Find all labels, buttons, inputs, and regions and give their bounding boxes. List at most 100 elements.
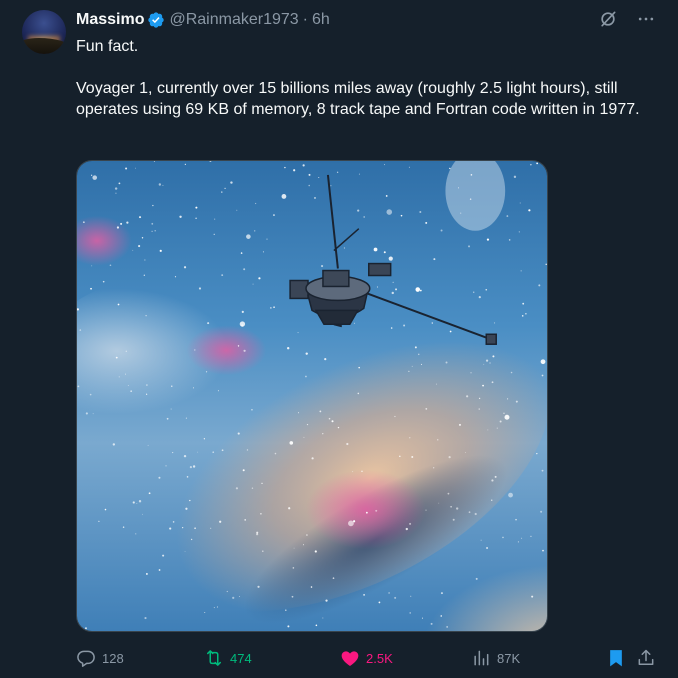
star [450, 505, 453, 508]
star [376, 286, 378, 288]
star [90, 287, 92, 290]
tweet-time[interactable]: 6h [312, 11, 330, 29]
star [297, 332, 299, 334]
header-separator: · [302, 11, 308, 28]
star [433, 467, 435, 469]
retweet-button[interactable]: 474 [204, 648, 252, 668]
star [545, 263, 547, 266]
star [494, 475, 497, 478]
star [251, 408, 253, 411]
star [330, 185, 332, 187]
star [310, 586, 313, 588]
star [241, 310, 244, 313]
star [383, 251, 386, 254]
star [336, 171, 339, 174]
star [388, 256, 393, 261]
tweet[interactable]: Massimo @Rainmaker1973 · 6h Fun fact. Vo… [0, 0, 678, 678]
star [346, 442, 349, 446]
star [538, 284, 541, 287]
star [466, 395, 469, 398]
star [440, 229, 443, 232]
star [183, 454, 187, 458]
star [246, 234, 251, 239]
avatar[interactable] [22, 10, 66, 54]
bookmark-button[interactable] [606, 648, 626, 668]
star [154, 230, 156, 232]
star [305, 375, 307, 378]
star [314, 550, 317, 553]
tweet-paragraph: Voyager 1, currently over 15 billions mi… [76, 80, 640, 118]
like-button[interactable]: 2.5K [340, 648, 393, 668]
author-handle[interactable]: @Rainmaker1973 [169, 11, 298, 29]
star [126, 221, 129, 224]
star [496, 427, 498, 429]
star [400, 214, 403, 217]
star [240, 252, 243, 254]
views-button[interactable]: 87K [471, 648, 520, 668]
star [352, 471, 354, 473]
star [236, 209, 238, 211]
star [102, 280, 105, 283]
tweet-paragraph: Fun fact. [76, 38, 139, 55]
star [244, 519, 246, 521]
star [392, 281, 394, 283]
grok-icon[interactable] [598, 9, 618, 29]
more-icon[interactable] [636, 9, 656, 29]
star [262, 251, 264, 253]
star [132, 501, 135, 504]
star [322, 432, 324, 435]
star [491, 381, 494, 384]
star [485, 288, 488, 291]
star [418, 353, 420, 356]
star [357, 209, 360, 212]
star [486, 547, 489, 550]
star [440, 592, 443, 595]
star [117, 303, 120, 306]
star [193, 387, 195, 389]
star [287, 347, 290, 350]
star [293, 169, 296, 172]
star [166, 417, 169, 420]
star [132, 249, 134, 251]
reply-button[interactable]: 128 [76, 648, 124, 668]
share-button[interactable] [636, 648, 656, 668]
star [273, 214, 275, 216]
star [158, 476, 161, 479]
star [319, 410, 322, 413]
star [440, 615, 443, 617]
star [226, 590, 228, 593]
star [118, 182, 121, 185]
star [115, 356, 118, 359]
star [431, 322, 433, 324]
star [448, 456, 451, 459]
star [158, 183, 162, 186]
tweet-media-image[interactable] [76, 160, 548, 632]
star [205, 371, 208, 373]
star [474, 512, 477, 516]
star [143, 274, 145, 276]
star [194, 349, 196, 351]
star [214, 218, 216, 220]
star [415, 287, 421, 292]
star [118, 376, 120, 378]
star [536, 453, 538, 455]
star [518, 231, 520, 233]
tweet-actions: 128 474 2.5K 87K [76, 644, 656, 672]
star [457, 187, 459, 189]
star [421, 363, 423, 365]
star [515, 518, 517, 521]
star [221, 449, 224, 452]
star [405, 527, 408, 531]
star [145, 314, 147, 317]
star [152, 204, 154, 207]
star [531, 595, 534, 598]
star [185, 507, 188, 510]
author-name[interactable]: Massimo [76, 11, 144, 29]
verified-badge-icon[interactable] [147, 11, 165, 29]
star [425, 509, 427, 511]
star [353, 520, 356, 523]
star [378, 601, 381, 604]
star [540, 359, 546, 365]
star [274, 452, 277, 455]
star [243, 349, 246, 352]
